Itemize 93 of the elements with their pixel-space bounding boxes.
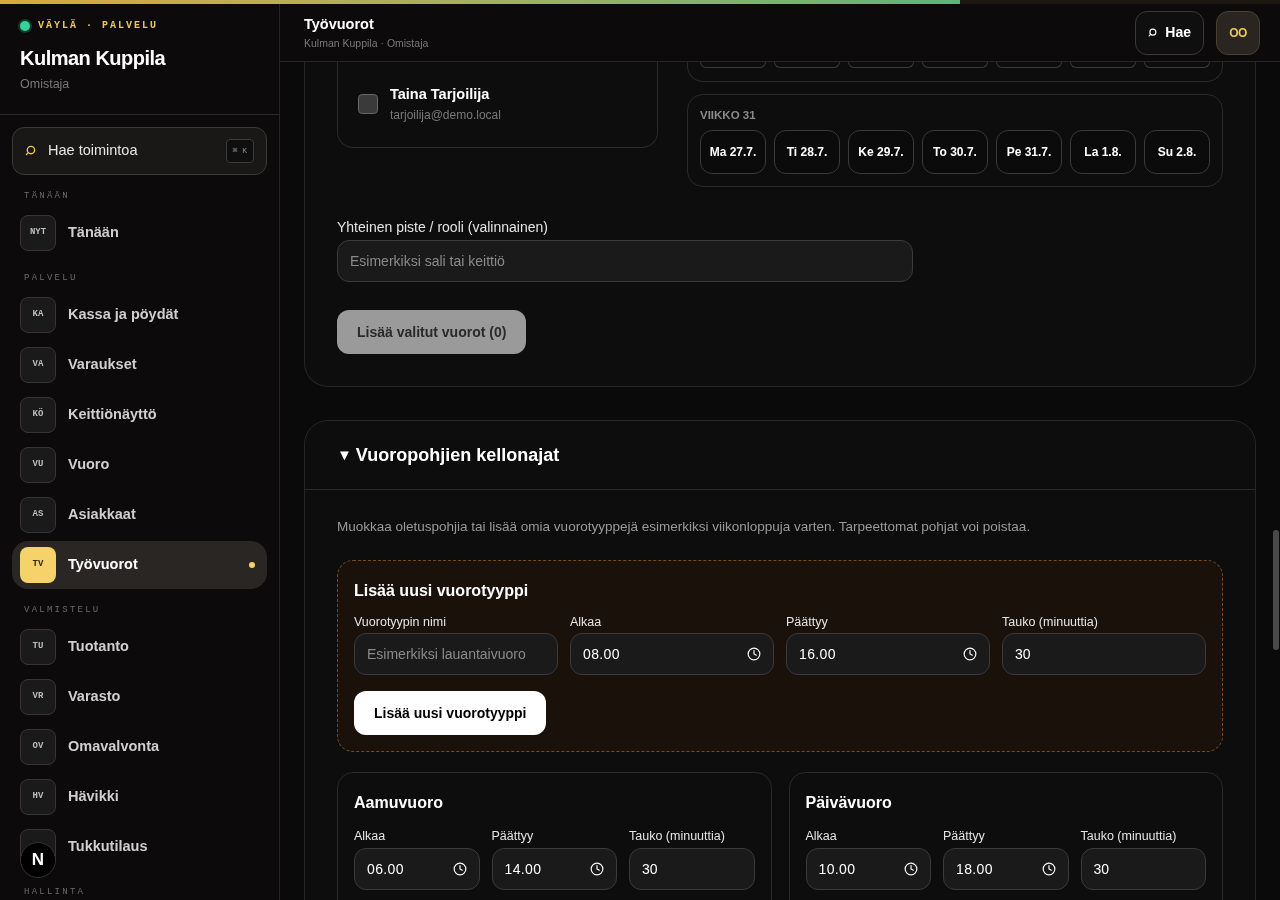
time-field[interactable]: 10.00 [805,848,931,890]
section-heading: HALLINTA [23,885,87,899]
clock-icon [747,647,761,662]
employee-email: tarjoilija@demo.local [390,106,501,124]
day-chip[interactable]: Ti 28.7. [774,130,840,175]
section-heading: TÄNÄÄN [23,189,71,203]
time-field[interactable]: 08.00 [570,633,774,676]
template-name: Aamuvuoro [354,793,444,814]
section-heading: PALVELU [23,271,79,285]
field-label: Tauko (minuuttia) [1002,613,1099,631]
nav-link[interactable]: Kassa ja pöydät [68,303,179,326]
number-field[interactable]: 30 [1080,848,1206,890]
day-chip[interactable]: Pe 31.7. [996,130,1062,175]
nav-badge: KÖ [20,396,56,433]
time-value: 16.00 [799,644,837,664]
field-label: Tauko (minuuttia) [629,828,726,846]
collapse-marker[interactable]: ▼ [337,444,352,467]
nav-item[interactable]: TV Työvuorot [12,540,267,589]
time-value: 18.00 [956,859,994,879]
clock-icon [452,862,467,876]
brand-tag: PALVELU [102,18,159,33]
clock-icon [1041,862,1056,876]
clock-icon [963,647,977,662]
day-chip[interactable]: Ke 29.7. [848,130,914,175]
search-field[interactable]: Hae toimintoa ⌘ K [12,126,267,175]
field-label: Vuorotyypin nimi [354,613,447,631]
role-field[interactable]: Esimerkiksi sali tai keittiö [337,240,913,283]
time-field[interactable]: 18.00 [943,848,1069,890]
nav-link[interactable]: Vuoro [68,453,110,476]
nav-link[interactable]: Omavalvonta [68,735,160,758]
nav-badge: OV [20,728,56,765]
week-label: VIIKKO 31 [700,108,757,123]
nav-link[interactable]: Tänään [68,221,119,244]
field-label: Alkaa [354,828,387,846]
time-value: 14.00 [504,859,543,879]
panel-title: Lisää uusi vuorotyyppi [354,580,530,601]
page-title: Työvuorot [304,14,375,34]
page-subtitle: Kulman Kuppila · Omistaja [304,35,429,51]
day-chip[interactable]: La 1.8. [1070,130,1136,175]
avatar-button[interactable]: OO [1216,10,1260,55]
day-chip[interactable]: Su 2.8. [1144,130,1210,175]
time-field[interactable]: 14.00 [491,848,617,890]
field-label: Päättyy [943,828,986,846]
nav-badge: HV [20,778,56,815]
brand-tag: · [86,18,95,33]
employee-checkbox[interactable] [358,93,378,114]
day-chip[interactable]: To 30.7. [922,130,988,175]
search-icon [1148,28,1158,37]
search-placeholder: Hae toimintoa [48,140,139,160]
add-type-button[interactable]: Lisää uusi vuorotyyppi [354,691,547,736]
field-label: Päättyy [491,828,535,846]
template-name: Päivävuoro [805,793,893,814]
nav-link[interactable]: Asiakkaat [68,503,136,526]
number-field[interactable]: 30 [1002,633,1206,676]
field-label: Tauko (minuuttia) [1080,828,1178,846]
role-label: Omistaja [20,76,71,93]
brand-tag: VÄYLÄ [38,18,78,33]
nav-badge: VU [20,446,56,483]
nav-link[interactable]: Keittiönäyttö [68,403,157,426]
field-label: Alkaa [805,828,838,846]
name-field[interactable]: Esimerkiksi lauantaivuoro [354,633,558,676]
field-label: Päättyy [786,613,829,631]
nav-link[interactable]: Varaukset [68,353,137,376]
search-icon [25,145,36,157]
section-heading: VALMISTELU [23,603,102,617]
number-field[interactable]: 30 [629,848,755,890]
nav-link[interactable]: Tukkutilaus [68,835,148,858]
section-title[interactable]: Vuoropohjien kellonajat [355,441,560,469]
nav-badge: NYT [20,214,56,251]
time-value: 10.00 [818,859,857,879]
shortcut-key: ⌘ K [225,138,254,163]
time-field[interactable]: 06.00 [354,848,480,890]
business-name: Kulman Kuppila [20,46,167,71]
time-value: 06.00 [367,859,405,879]
time-value: 08.00 [583,644,621,664]
nav-link[interactable]: Hävikki [68,785,119,808]
nav-badge: KA [20,296,56,333]
employee-name: Taina Tarjoilija [390,85,491,104]
nav-badge: AS [20,496,56,533]
nav-link[interactable]: Varasto [68,685,121,708]
nav-badge: VR [20,678,56,715]
clock-icon [904,862,918,876]
clock-icon [590,862,604,876]
day-chip[interactable]: Ma 27.7. [700,130,766,175]
search-button[interactable]: Hae [1135,10,1204,55]
field-label: Yhteinen piste / rooli (valinnainen) [337,218,549,238]
time-field[interactable]: 16.00 [786,633,990,676]
nav-badge: VA [20,346,56,383]
field-label: Alkaa [570,613,603,631]
nav-badge: TV [20,546,56,583]
nav-link[interactable]: Tuotanto [68,635,129,658]
nav-badge: TU [20,628,56,665]
section-description: Muokkaa oletuspohjia tai lisää omia vuorotyyppejä esimerkiksi viikonloppuja varten. Tarpeettomat pohjat voi poistaa. [337,518,1032,537]
